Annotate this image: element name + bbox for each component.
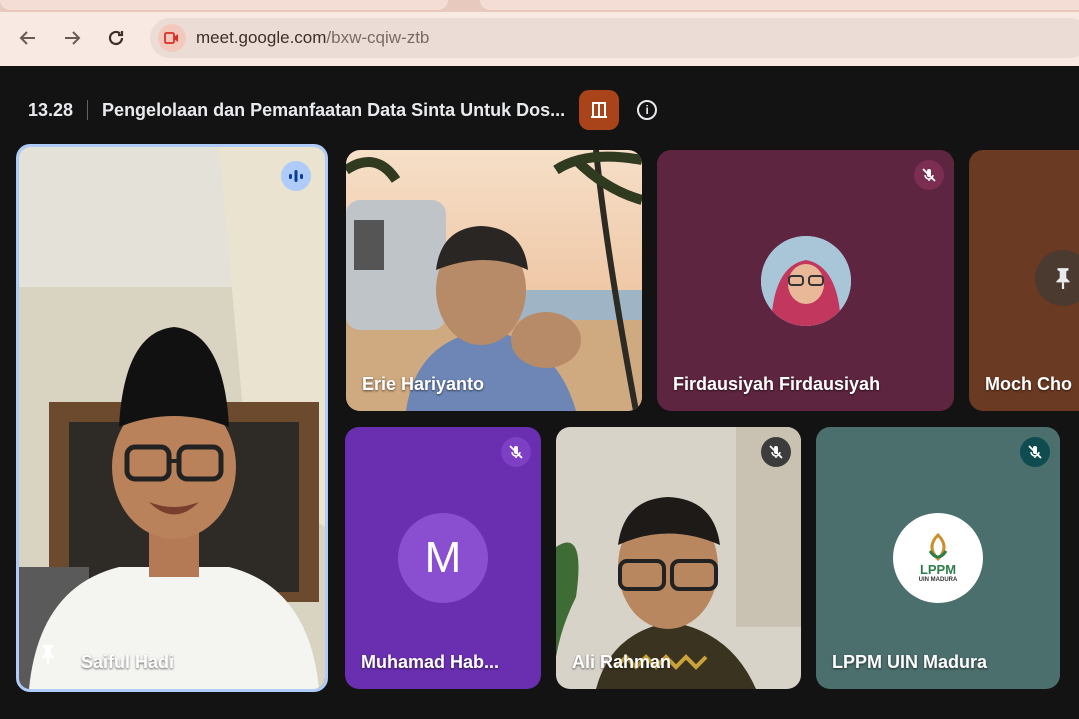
mic-off-icon xyxy=(509,445,523,459)
pin-icon xyxy=(41,644,55,669)
participant-tile-erie-hariyanto[interactable]: Erie Hariyanto xyxy=(346,150,642,411)
url-host: meet.google.com xyxy=(196,28,327,47)
arrow-left-icon xyxy=(19,31,35,45)
pin-button[interactable] xyxy=(1035,250,1079,306)
participant-tile-firdausiyah[interactable]: Firdausiyah Firdausiyah xyxy=(657,150,954,411)
participant-name: Firdausiyah Firdausiyah xyxy=(673,374,881,394)
mic-off-indicator xyxy=(501,437,531,467)
logo-subtext: UIN MADURA xyxy=(918,576,958,583)
participant-name: Muhamad Hab... xyxy=(361,652,500,672)
mic-off-icon xyxy=(922,168,936,182)
meeting-header: 13.28 Pengelolaan dan Pemanfaatan Data S… xyxy=(28,90,658,130)
participant-name: LPPM UIN Madura xyxy=(832,652,988,672)
mic-off-indicator xyxy=(1020,437,1050,467)
participant-tile-ali-rahman[interactable]: Ali Rahman xyxy=(556,427,801,689)
lppm-logo-icon xyxy=(928,532,948,561)
mic-off-icon xyxy=(769,445,783,459)
door-icon xyxy=(591,102,608,118)
browser-toolbar: meet.google.com/bxw-cqiw-ztb xyxy=(0,12,1079,66)
participant-name: Saiful Hadi xyxy=(81,652,175,672)
participant-video xyxy=(346,150,642,411)
forward-button[interactable] xyxy=(56,22,88,54)
browser-tab[interactable] xyxy=(0,0,448,10)
participant-name: Moch Cho xyxy=(985,374,1072,394)
participant-tile-muhamad[interactable]: M Muhamad Hab... xyxy=(345,427,541,689)
meeting-title[interactable]: Pengelolaan dan Pemanfaatan Data Sinta U… xyxy=(102,100,565,121)
url-text: meet.google.com/bxw-cqiw-ztb xyxy=(196,28,429,48)
reload-icon xyxy=(108,30,124,46)
host-controls-button[interactable] xyxy=(579,90,620,130)
participant-name: Erie Hariyanto xyxy=(362,374,485,394)
participant-tile-lppm[interactable]: LPPM UIN MADURA LPPM UIN Madura xyxy=(816,427,1060,689)
divider xyxy=(87,100,89,120)
participant-name: Ali Rahman xyxy=(572,652,672,672)
meet-stage: 13.28 Pengelolaan dan Pemanfaatan Data S… xyxy=(0,66,1079,719)
logo-text: LPPM xyxy=(919,561,957,577)
meeting-time: 13.28 xyxy=(28,99,74,120)
participant-video xyxy=(19,147,325,689)
info-icon[interactable]: i xyxy=(637,100,658,120)
mic-off-icon xyxy=(1028,445,1042,459)
participant-avatar-initial: M xyxy=(398,513,488,603)
pin-icon xyxy=(1056,268,1070,289)
avatar-photo xyxy=(761,236,851,326)
arrow-right-icon xyxy=(65,31,81,45)
site-info-button[interactable] xyxy=(158,24,186,52)
audio-level-icon xyxy=(289,170,303,182)
browser-tab-active[interactable] xyxy=(480,0,1079,10)
mic-off-indicator xyxy=(914,160,944,190)
url-path: /bxw-cqiw-ztb xyxy=(326,28,430,47)
participant-avatar-logo: LPPM UIN MADURA xyxy=(893,513,983,603)
address-bar[interactable]: meet.google.com/bxw-cqiw-ztb xyxy=(150,18,1079,58)
participant-tile-moch-cho[interactable]: Moch Cho xyxy=(969,150,1079,411)
speaking-indicator xyxy=(281,161,311,191)
mic-off-indicator xyxy=(761,437,791,467)
reload-button[interactable] xyxy=(100,22,132,54)
participant-video xyxy=(556,427,801,689)
tab-strip xyxy=(0,0,1079,12)
back-button[interactable] xyxy=(12,22,44,54)
participant-avatar xyxy=(761,236,851,326)
video-camera-icon xyxy=(164,32,178,44)
participant-tile-saiful-hadi[interactable]: Saiful Hadi xyxy=(16,144,328,692)
